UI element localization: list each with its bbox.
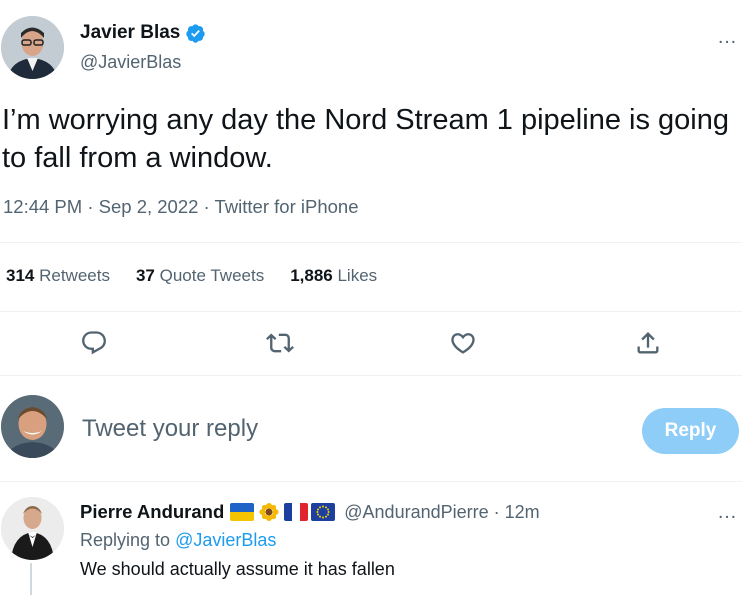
author-name-row: Javier Blas xyxy=(80,22,206,44)
meta-separator: · xyxy=(82,196,99,217)
divider xyxy=(0,242,742,243)
france-flag-icon xyxy=(284,503,309,521)
comment-more-options-icon[interactable]: … xyxy=(717,501,738,524)
eu-flag-icon xyxy=(311,503,336,521)
reply-button[interactable]: Reply xyxy=(642,408,739,454)
share-icon[interactable] xyxy=(630,325,666,361)
likes-label: Likes xyxy=(332,266,378,285)
tweet-meta: 12:44 PM · Sep 2, 2022 · Twitter for iPh… xyxy=(3,196,358,218)
author-name[interactable]: Javier Blas xyxy=(80,22,180,44)
tweet-time[interactable]: 12:44 PM xyxy=(3,196,82,217)
tweet-stats: 314 Retweets 37 Quote Tweets 1,886 Likes xyxy=(6,266,403,286)
likes-count: 1,886 xyxy=(290,266,333,285)
quote-tweets-label: Quote Tweets xyxy=(154,266,265,285)
meta-separator: · xyxy=(198,196,215,217)
commenter-name[interactable]: Pierre Andurand xyxy=(80,501,224,523)
like-icon[interactable] xyxy=(445,325,481,361)
retweets-stat[interactable]: 314 Retweets xyxy=(6,266,110,286)
divider xyxy=(0,375,742,376)
tweet-source[interactable]: Twitter for iPhone xyxy=(215,196,359,217)
tweet-text: I’m worrying any day the Nord Stream 1 p… xyxy=(2,104,729,174)
tweet-actions xyxy=(0,325,742,361)
quote-tweets-count: 37 xyxy=(135,266,155,285)
reply-icon[interactable] xyxy=(76,325,112,361)
reply-tweet[interactable]: Pierre Andurand @AndurandPierre · 12m … … xyxy=(0,497,752,595)
reply-input[interactable]: Tweet your reply xyxy=(82,415,258,443)
current-user-avatar[interactable] xyxy=(1,395,64,458)
commenter-handle[interactable]: @AndurandPierre xyxy=(344,502,488,523)
more-options-icon[interactable]: … xyxy=(717,26,738,49)
retweets-count: 314 xyxy=(6,266,35,285)
reply-composer: Tweet your reply Reply xyxy=(0,395,752,459)
sunflower-icon xyxy=(257,503,282,521)
replying-to: Replying to @JavierBlas xyxy=(80,530,276,551)
replying-to-link[interactable]: @JavierBlas xyxy=(175,530,276,550)
retweets-label: Retweets xyxy=(34,266,110,285)
quote-tweets-stat[interactable]: 37 Quote Tweets xyxy=(136,266,264,286)
commenter-avatar[interactable] xyxy=(1,497,64,560)
comment-text: We should actually assume it has fallen xyxy=(80,559,395,579)
commenter-row: Pierre Andurand @AndurandPierre · 12m xyxy=(80,501,540,523)
likes-stat[interactable]: 1,886 Likes xyxy=(290,266,377,286)
verified-badge-icon xyxy=(186,23,206,43)
retweet-icon[interactable] xyxy=(262,325,298,361)
comment-time[interactable]: 12m xyxy=(505,502,540,523)
thread-line xyxy=(30,563,32,595)
meta-separator: · xyxy=(488,501,505,522)
author-avatar[interactable] xyxy=(1,16,64,79)
author-handle[interactable]: @JavierBlas xyxy=(80,52,181,73)
divider xyxy=(0,311,742,312)
divider xyxy=(0,481,742,482)
name-flags xyxy=(230,503,338,521)
tweet-header: Javier Blas @JavierBlas … xyxy=(0,16,752,80)
replying-prefix: Replying to xyxy=(80,530,176,550)
tweet-date[interactable]: Sep 2, 2022 xyxy=(99,196,199,217)
ukraine-flag-icon xyxy=(230,503,255,521)
